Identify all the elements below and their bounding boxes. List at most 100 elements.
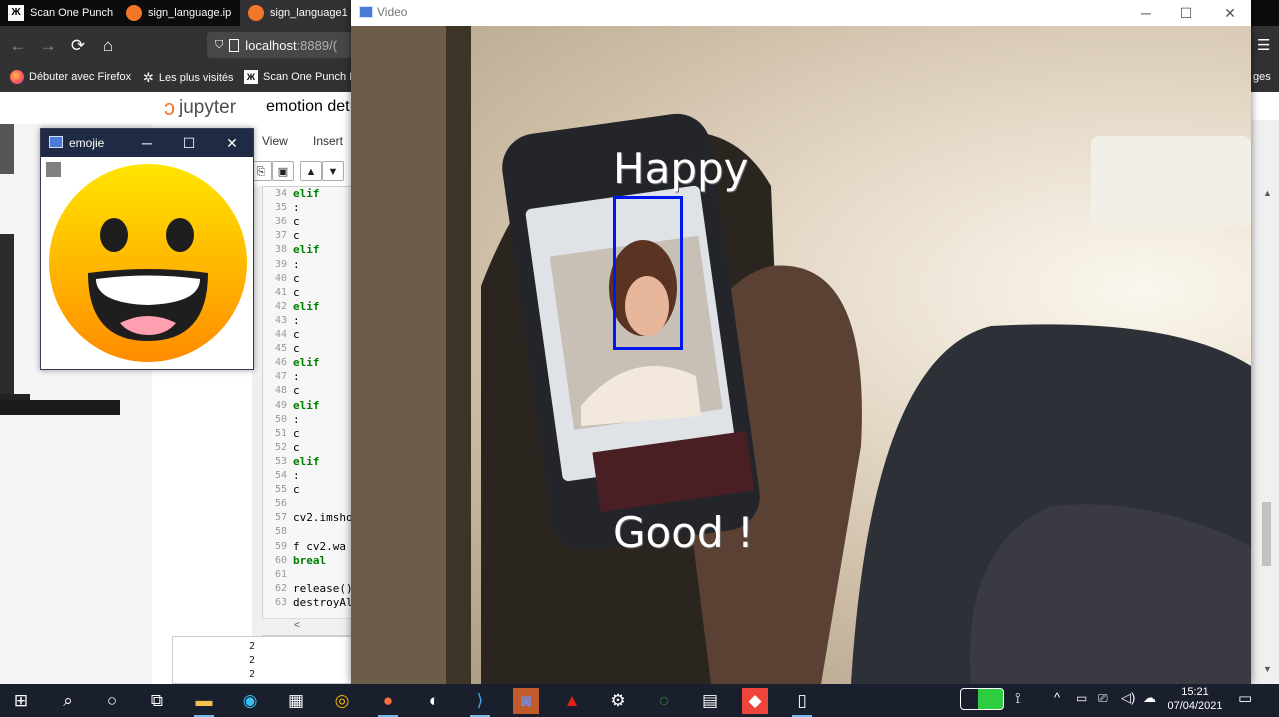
reload-icon[interactable]: ⟳ <box>68 36 88 56</box>
notebook-title[interactable]: emotion det <box>266 98 350 116</box>
image-thumbnail <box>0 400 120 415</box>
volume-icon[interactable]: ◁) <box>1121 690 1135 706</box>
code-line: c <box>293 483 300 497</box>
anaconda-icon[interactable]: ◌ <box>651 688 677 714</box>
notifications-icon[interactable]: ▭ <box>1238 689 1252 707</box>
tab-sign-language[interactable]: sign_language.ip <box>118 0 238 26</box>
code-line: destroyAl <box>293 595 353 609</box>
window-app-icon <box>359 6 373 18</box>
network-drive-icon[interactable]: ▤ <box>697 688 723 714</box>
code-line: : <box>293 469 300 482</box>
tab-label: Scan One Punch <box>30 7 114 19</box>
tab-label: sign_language.ip <box>148 7 232 19</box>
show-hidden-icons[interactable]: ^ <box>1054 690 1060 705</box>
file-explorer-icon[interactable]: ▬ <box>191 688 217 717</box>
face-detection-box <box>613 196 683 350</box>
line-number: 45 <box>274 343 287 355</box>
home-icon[interactable]: ⌂ <box>98 36 118 56</box>
menu-icon[interactable]: ☰ <box>1257 36 1270 54</box>
scrollbar-thumb[interactable] <box>1262 502 1271 566</box>
line-number: 53 <box>274 455 287 467</box>
output-line: 2 <box>249 655 256 666</box>
minimize-icon[interactable]: ─ <box>137 133 157 153</box>
manga-icon: Ж <box>8 5 24 21</box>
system-clock[interactable]: 15:21 07/04/2021 <box>1166 685 1224 713</box>
network-signal-icon[interactable] <box>960 688 1004 710</box>
close-icon[interactable]: ✕ <box>1215 2 1245 24</box>
code-line: elif <box>293 187 320 200</box>
tab-sign-language1[interactable]: sign_language1 <box>240 0 352 26</box>
notepad-icon[interactable]: ▯ <box>789 688 815 717</box>
emoji-window-titlebar[interactable]: emojie ─ ☐ ✕ <box>41 129 253 157</box>
code-line: c <box>293 426 300 440</box>
maximize-icon[interactable]: ☐ <box>1171 2 1201 24</box>
chrome-icon[interactable]: ◎ <box>329 688 355 714</box>
line-number: 51 <box>274 427 287 439</box>
scroll-down-icon[interactable]: ▼ <box>1263 664 1272 674</box>
move-down-icon[interactable]: ▼ <box>322 161 344 181</box>
code-line: c <box>293 229 300 243</box>
scroll-left-icon[interactable]: < <box>294 620 300 631</box>
video-window[interactable]: Video ─ ☐ ✕ Happy Good ! <box>351 0 1251 684</box>
line-number: 44 <box>274 329 287 340</box>
bookmark-debuter-firefox[interactable]: Débuter avec Firefox <box>10 70 131 84</box>
jupyter-logo[interactable]: ↄ jupyter <box>164 97 236 119</box>
bookmarks-overflow-text: ges <box>1253 71 1271 83</box>
cortana-icon[interactable]: ○ <box>99 688 125 714</box>
code-line: cv2.imsho <box>293 511 353 525</box>
wifi-icon[interactable]: ⟟ <box>1015 690 1021 707</box>
firefox-icon[interactable]: ● <box>375 688 401 717</box>
tab-scan-one-punch[interactable]: Ж Scan One Punch <box>0 0 118 26</box>
line-number: 56 <box>274 498 287 510</box>
edge-icon[interactable]: ◉ <box>237 688 263 714</box>
line-number: 41 <box>274 286 287 298</box>
task-view-icon[interactable]: ⧉ <box>144 688 170 714</box>
bookmark-scan-one-punch[interactable]: Ж Scan One Punch M <box>244 70 358 84</box>
store-icon[interactable]: ▦ <box>283 688 309 714</box>
battery-icon[interactable]: ▭ <box>1076 691 1087 705</box>
network-icon[interactable]: ⎚ <box>1098 691 1108 706</box>
line-number: 57 <box>274 512 287 524</box>
emoji-window[interactable]: emojie ─ ☐ ✕ <box>40 128 254 370</box>
back-arrow-icon[interactable]: ← <box>8 36 28 56</box>
scroll-up-icon[interactable]: ▲ <box>1263 188 1272 198</box>
forward-arrow-icon[interactable]: → <box>38 36 58 56</box>
jupyter-logo-text: jupyter <box>179 97 237 118</box>
menu-view[interactable]: View <box>262 134 288 148</box>
code-line: elif <box>293 243 320 257</box>
line-number: 63 <box>274 596 287 608</box>
horizontal-scrollbar[interactable]: < <box>262 618 352 635</box>
manga-icon: Ж <box>244 70 258 84</box>
onedrive-icon[interactable]: ☁ <box>1143 690 1156 706</box>
search-icon[interactable]: ⌕ <box>55 688 81 714</box>
paste-icon[interactable]: ▣ <box>272 161 294 181</box>
url-bar[interactable]: ⛉ localhost:8889/( <box>207 32 357 58</box>
line-number: 46 <box>274 357 287 369</box>
line-number: 43 <box>274 314 287 326</box>
code-cell[interactable]: 34 elif 35 :36 c 37 c 38 elif 39 :40 c 41 c 42 el… <box>262 186 353 636</box>
code-line: : <box>293 257 300 271</box>
emoji-right-eye <box>166 218 194 252</box>
image-thumbnail <box>0 124 14 174</box>
code-line: elif <box>293 454 320 468</box>
video-window-titlebar[interactable]: Video ─ ☐ ✕ <box>351 0 1251 26</box>
discord-icon[interactable]: ◙ <box>513 688 539 714</box>
grinning-face-icon <box>49 164 247 362</box>
maximize-icon[interactable]: ☐ <box>179 133 199 153</box>
bookmark-plus-visites[interactable]: ✲ Les plus visités <box>143 70 234 86</box>
firefox-icon <box>10 70 24 84</box>
jupyter-header: ↄ jupyter emotion det <box>0 92 352 125</box>
windows-start-icon[interactable]: ⊞ <box>8 688 34 714</box>
close-icon[interactable]: ✕ <box>222 133 242 153</box>
jupyter-logo-icon: ↄ <box>164 95 175 120</box>
anydesk-icon[interactable]: ◆ <box>742 688 768 714</box>
vscode-icon[interactable]: ⟩ <box>467 688 493 717</box>
acrobat-icon[interactable]: ▲ <box>559 688 585 714</box>
line-number: 59 <box>274 540 287 552</box>
minimize-icon[interactable]: ─ <box>1131 2 1161 24</box>
settings-icon[interactable]: ⚙ <box>605 688 631 714</box>
move-up-icon[interactable]: ▲ <box>300 161 322 181</box>
menu-insert[interactable]: Insert <box>313 134 343 148</box>
line-number: 35 <box>274 202 287 214</box>
github-icon[interactable]: ◐ <box>421 688 447 714</box>
